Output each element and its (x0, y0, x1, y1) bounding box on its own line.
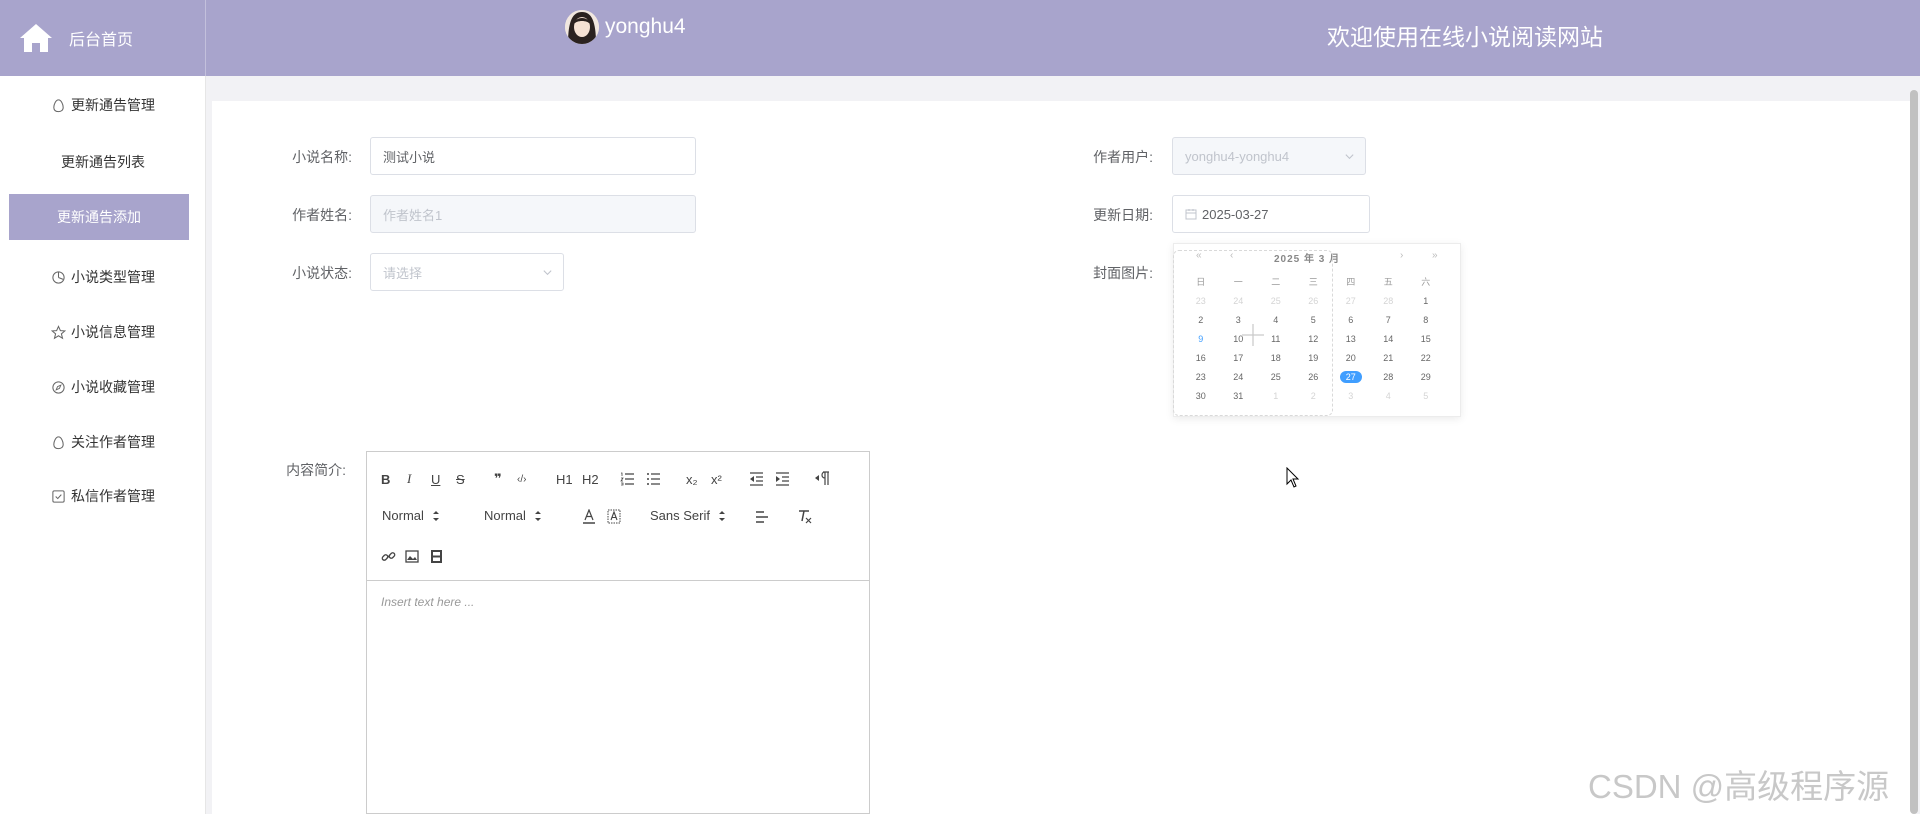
username: yonghu4 (605, 15, 686, 38)
date-cell[interactable]: 4 (1370, 391, 1408, 401)
update-date-label: 更新日期: (1093, 207, 1153, 223)
chevron-down-icon (543, 270, 552, 276)
sidebar-item-update-notice-add[interactable]: 更新通告添加 (9, 194, 189, 240)
date-cell[interactable]: 28 (1370, 372, 1408, 382)
brand-home-link[interactable]: 后台首页 (0, 0, 206, 76)
novel-name-input[interactable]: 测试小说 (370, 137, 696, 175)
avatar[interactable] (565, 10, 599, 44)
author-user-select[interactable]: yonghu4-yonghu4 (1172, 137, 1366, 175)
cover-image-label: 封面图片: (1093, 265, 1153, 281)
outdent-icon[interactable] (749, 472, 764, 486)
subscript-button[interactable]: x₂ (686, 470, 698, 488)
date-cell[interactable]: 5 (1407, 391, 1445, 401)
font-select[interactable]: Sans Serif (650, 508, 726, 523)
size-select[interactable]: Normal (382, 508, 440, 523)
author-user-label: 作者用户: (1093, 149, 1153, 165)
weekday-label: 四 (1346, 277, 1356, 287)
update-date-picker[interactable]: 2025-03-27 (1172, 195, 1370, 233)
updown-icon (534, 510, 541, 521)
weekday-label: 五 (1383, 277, 1393, 287)
sidebar-item-novel-info-management[interactable]: 小说信息管理 (0, 309, 206, 355)
sidebar-item-message-author-management[interactable]: 私信作者管理 (0, 473, 206, 519)
date-cell[interactable]: 13 (1332, 334, 1370, 344)
sidebar: 更新通告管理 更新通告列表 更新通告添加 小说类型管理 小说信息管理 小说收藏管… (0, 76, 206, 814)
checkbox-icon (52, 489, 65, 503)
header-1-button[interactable]: H1 (556, 470, 573, 488)
mouse-cursor-icon (1286, 467, 1300, 488)
home-icon (20, 24, 52, 52)
date-cell[interactable]: 7 (1370, 315, 1408, 325)
align-left-icon[interactable] (755, 510, 769, 524)
brand-label: 后台首页 (69, 32, 134, 49)
background-color-icon[interactable] (607, 509, 621, 525)
plus-icon (1242, 324, 1264, 346)
content-intro-label: 内容简介: (286, 462, 346, 478)
egg-icon (53, 435, 64, 449)
updown-icon (718, 510, 725, 521)
date-cell[interactable]: 20 (1332, 353, 1370, 363)
editor-content[interactable]: Insert text here ... (367, 582, 869, 813)
date-cell[interactable]: 27 (1332, 296, 1370, 306)
date-cell[interactable]: 15 (1407, 334, 1445, 344)
novel-status-label: 小说状态: (292, 265, 352, 281)
watermark: CSDN @高级程序源 (1588, 768, 1890, 805)
date-cell[interactable]: 1 (1407, 296, 1445, 306)
text-direction-icon[interactable] (814, 471, 830, 486)
scrollbar[interactable] (1910, 90, 1918, 814)
compass-icon (52, 380, 65, 394)
sidebar-item-novel-type-management[interactable]: 小说类型管理 (0, 254, 206, 300)
header-2-button[interactable]: H2 (582, 470, 599, 488)
next-year-button[interactable]: » (1432, 250, 1438, 261)
date-cell[interactable]: 8 (1407, 315, 1445, 325)
sidebar-item-update-notice-list[interactable]: 更新通告列表 (0, 139, 206, 185)
font-color-icon[interactable] (582, 509, 596, 525)
date-cell[interactable]: 14 (1370, 334, 1408, 344)
date-cell[interactable]: 21 (1370, 353, 1408, 363)
weekday-label: 六 (1421, 277, 1431, 287)
bold-button[interactable]: B (381, 470, 390, 488)
date-cell[interactable]: 27 (1332, 370, 1370, 383)
underline-button[interactable]: U (431, 470, 440, 488)
superscript-button[interactable]: x² (711, 470, 722, 488)
code-block-button[interactable]: ‹/› (517, 470, 526, 488)
author-name-label: 作者姓名: (292, 207, 352, 223)
video-icon[interactable] (430, 549, 443, 564)
link-icon[interactable] (381, 549, 396, 564)
rich-text-editor: B I U S ❞ ‹/› H1 H2 x₂ x² Normal Normal … (366, 451, 870, 814)
blockquote-button[interactable]: ❞ (494, 470, 502, 488)
date-cell[interactable]: 3 (1332, 391, 1370, 401)
date-cell[interactable]: 28 (1370, 296, 1408, 306)
author-name-input[interactable]: 作者姓名1 (370, 195, 696, 233)
next-month-button[interactable]: › (1400, 250, 1403, 261)
sidebar-item-follow-author-management[interactable]: 关注作者管理 (0, 419, 206, 465)
chevron-down-icon (1345, 154, 1354, 160)
novel-status-select[interactable]: 请选择 (370, 253, 564, 291)
sidebar-item-novel-favorites-management[interactable]: 小说收藏管理 (0, 364, 206, 410)
image-icon[interactable] (405, 550, 419, 563)
date-cell[interactable]: 6 (1332, 315, 1370, 325)
editor-toolbar: B I U S ❞ ‹/› H1 H2 x₂ x² Normal Normal … (367, 452, 869, 581)
star-icon (51, 324, 66, 339)
calendar-icon (1185, 209, 1197, 220)
pie-icon (52, 270, 65, 284)
novel-name-label: 小说名称: (292, 149, 352, 165)
italic-button[interactable]: I (407, 470, 411, 488)
cover-image-uploader[interactable] (1173, 250, 1333, 416)
strike-button[interactable]: S (456, 470, 465, 488)
header-select[interactable]: Normal (484, 508, 542, 523)
bullet-list-icon[interactable] (646, 472, 661, 486)
sidebar-item-update-notice-management[interactable]: 更新通告管理 (0, 82, 206, 128)
date-cell[interactable]: 29 (1407, 372, 1445, 382)
egg-icon (53, 98, 64, 112)
date-cell[interactable]: 22 (1407, 353, 1445, 363)
ordered-list-icon[interactable] (620, 472, 635, 486)
top-header: 后台首页 yonghu4 欢迎使用在线小说阅读网站 (0, 0, 1920, 76)
welcome-title: 欢迎使用在线小说阅读网站 (1327, 24, 1603, 50)
clear-format-icon[interactable] (797, 509, 813, 525)
updown-icon (432, 510, 439, 521)
indent-icon[interactable] (775, 472, 790, 486)
user-info: yonghu4 (565, 10, 686, 44)
